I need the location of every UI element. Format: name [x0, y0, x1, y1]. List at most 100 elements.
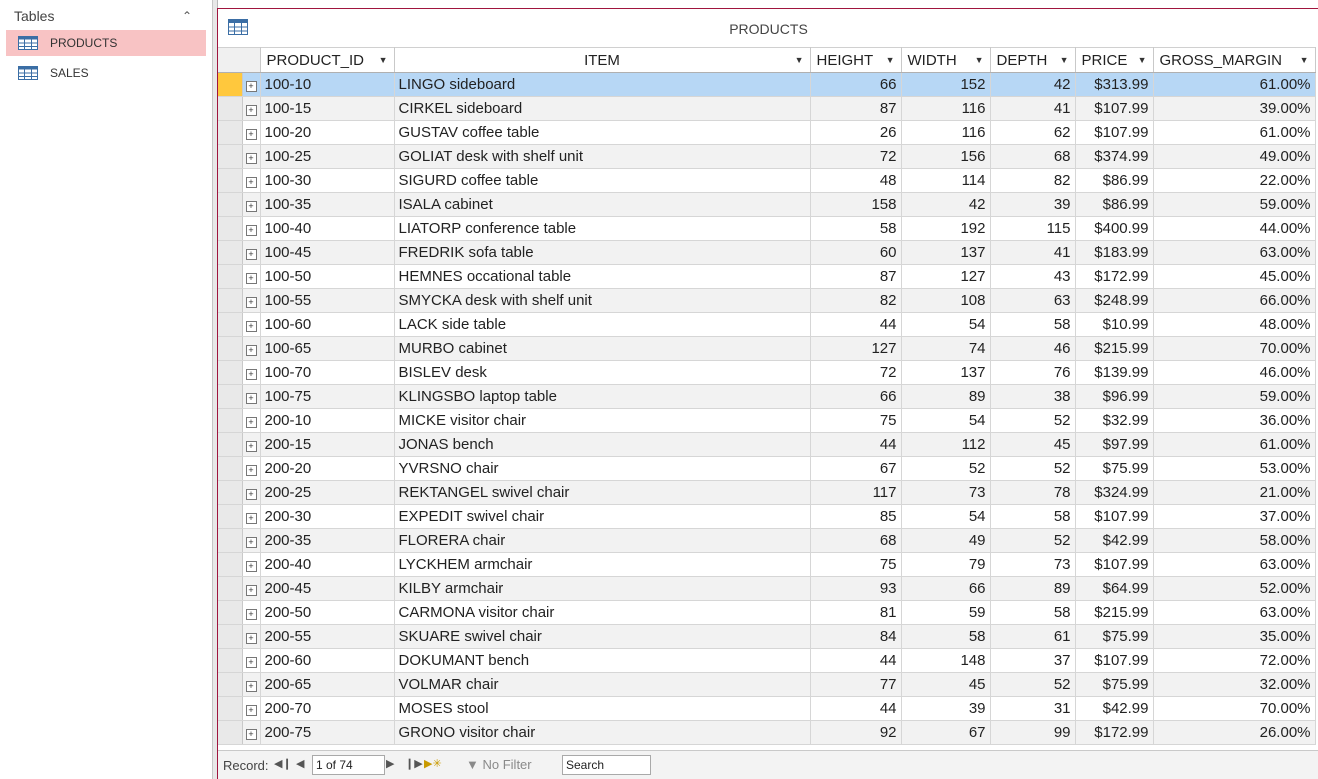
expand-cell[interactable]: +: [242, 456, 261, 481]
gross-margin-cell[interactable]: 39.00%: [1153, 96, 1316, 121]
item-cell[interactable]: KLINGSBO laptop table: [394, 384, 811, 409]
product-id-cell[interactable]: 100-10: [260, 72, 395, 97]
gross-margin-cell[interactable]: 48.00%: [1153, 312, 1316, 337]
expand-cell[interactable]: +: [242, 720, 261, 745]
expand-plus-icon[interactable]: +: [245, 129, 257, 140]
height-cell[interactable]: 68: [810, 528, 902, 553]
width-cell[interactable]: 74: [901, 336, 991, 361]
expand-cell[interactable]: +: [242, 288, 261, 313]
product-id-cell[interactable]: 200-30: [260, 504, 395, 529]
height-cell[interactable]: 158: [810, 192, 902, 217]
expand-plus-icon[interactable]: +: [245, 393, 257, 404]
gross-margin-cell[interactable]: 46.00%: [1153, 360, 1316, 385]
product-id-cell[interactable]: 100-75: [260, 384, 395, 409]
height-cell[interactable]: 82: [810, 288, 902, 313]
price-cell[interactable]: $42.99: [1075, 696, 1154, 721]
width-cell[interactable]: 54: [901, 504, 991, 529]
depth-cell[interactable]: 52: [990, 672, 1076, 697]
product-id-cell[interactable]: 200-70: [260, 696, 395, 721]
expand-plus-icon[interactable]: +: [245, 225, 257, 236]
expand-cell[interactable]: +: [242, 360, 261, 385]
expand-cell[interactable]: +: [242, 408, 261, 433]
height-cell[interactable]: 92: [810, 720, 902, 745]
height-cell[interactable]: 67: [810, 456, 902, 481]
height-cell[interactable]: 84: [810, 624, 902, 649]
depth-cell[interactable]: 76: [990, 360, 1076, 385]
dropdown-arrow-icon[interactable]: ▼: [1138, 55, 1147, 65]
item-cell[interactable]: REKTANGEL swivel chair: [394, 480, 811, 505]
depth-cell[interactable]: 78: [990, 480, 1076, 505]
record-selector[interactable]: [218, 216, 243, 241]
gross-margin-cell[interactable]: 59.00%: [1153, 192, 1316, 217]
select-all-corner[interactable]: [218, 47, 261, 73]
table-row[interactable]: +200-20 YVRSNO chair 67 52 52 $75.99 53.00%: [218, 456, 1316, 481]
table-row[interactable]: +100-55 SMYCKA desk with shelf unit 82 108 6…: [218, 288, 1316, 313]
record-selector[interactable]: [218, 384, 243, 409]
expand-plus-icon[interactable]: +: [245, 105, 257, 116]
dropdown-arrow-icon[interactable]: ▼: [379, 55, 388, 65]
price-cell[interactable]: $75.99: [1075, 456, 1154, 481]
record-selector[interactable]: [218, 576, 243, 601]
gross-margin-cell[interactable]: 44.00%: [1153, 216, 1316, 241]
item-cell[interactable]: KILBY armchair: [394, 576, 811, 601]
gross-margin-cell[interactable]: 22.00%: [1153, 168, 1316, 193]
product-id-cell[interactable]: 100-30: [260, 168, 395, 193]
product-id-cell[interactable]: 100-50: [260, 264, 395, 289]
table-row[interactable]: +100-30 SIGURD coffee table 48 114 82 $86.99 2…: [218, 168, 1316, 193]
width-cell[interactable]: 137: [901, 360, 991, 385]
price-cell[interactable]: $107.99: [1075, 120, 1154, 145]
width-cell[interactable]: 79: [901, 552, 991, 577]
column-header-item[interactable]: ITEM ▼: [394, 47, 811, 73]
depth-cell[interactable]: 52: [990, 456, 1076, 481]
width-cell[interactable]: 54: [901, 312, 991, 337]
height-cell[interactable]: 85: [810, 504, 902, 529]
dropdown-arrow-icon[interactable]: ▼: [795, 55, 804, 65]
width-cell[interactable]: 148: [901, 648, 991, 673]
product-id-cell[interactable]: 200-15: [260, 432, 395, 457]
gross-margin-cell[interactable]: 26.00%: [1153, 720, 1316, 745]
price-cell[interactable]: $400.99: [1075, 216, 1154, 241]
price-cell[interactable]: $86.99: [1075, 192, 1154, 217]
price-cell[interactable]: $75.99: [1075, 624, 1154, 649]
gross-margin-cell[interactable]: 59.00%: [1153, 384, 1316, 409]
width-cell[interactable]: 108: [901, 288, 991, 313]
product-id-cell[interactable]: 100-20: [260, 120, 395, 145]
nav-item-products[interactable]: PRODUCTS: [6, 30, 206, 56]
price-cell[interactable]: $107.99: [1075, 96, 1154, 121]
expand-cell[interactable]: +: [242, 696, 261, 721]
table-row[interactable]: +200-30 EXPEDIT swivel chair 85 54 58 $107.99…: [218, 504, 1316, 529]
table-row[interactable]: +100-25 GOLIAT desk with shelf unit 72 156 6…: [218, 144, 1316, 169]
width-cell[interactable]: 112: [901, 432, 991, 457]
width-cell[interactable]: 137: [901, 240, 991, 265]
depth-cell[interactable]: 46: [990, 336, 1076, 361]
width-cell[interactable]: 49: [901, 528, 991, 553]
price-cell[interactable]: $64.99: [1075, 576, 1154, 601]
height-cell[interactable]: 117: [810, 480, 902, 505]
width-cell[interactable]: 42: [901, 192, 991, 217]
height-cell[interactable]: 66: [810, 72, 902, 97]
width-cell[interactable]: 54: [901, 408, 991, 433]
item-cell[interactable]: VOLMAR chair: [394, 672, 811, 697]
product-id-cell[interactable]: 100-35: [260, 192, 395, 217]
item-cell[interactable]: LACK side table: [394, 312, 811, 337]
record-selector[interactable]: [218, 672, 243, 697]
product-id-cell[interactable]: 200-10: [260, 408, 395, 433]
gross-margin-cell[interactable]: 32.00%: [1153, 672, 1316, 697]
height-cell[interactable]: 87: [810, 96, 902, 121]
width-cell[interactable]: 67: [901, 720, 991, 745]
table-row[interactable]: +100-35 ISALA cabinet 158 42 39 $86.99 59.00%: [218, 192, 1316, 217]
item-cell[interactable]: CARMONA visitor chair: [394, 600, 811, 625]
depth-cell[interactable]: 41: [990, 240, 1076, 265]
search-input[interactable]: Search: [562, 755, 651, 775]
width-cell[interactable]: 156: [901, 144, 991, 169]
expand-plus-icon[interactable]: +: [245, 369, 257, 380]
table-row[interactable]: +200-25 REKTANGEL swivel chair 117 73 78 $324…: [218, 480, 1316, 505]
table-row[interactable]: +100-60 LACK side table 44 54 58 $10.99 48.00%: [218, 312, 1316, 337]
price-cell[interactable]: $75.99: [1075, 672, 1154, 697]
record-selector[interactable]: [218, 408, 243, 433]
price-cell[interactable]: $313.99: [1075, 72, 1154, 97]
price-cell[interactable]: $107.99: [1075, 504, 1154, 529]
record-selector[interactable]: [218, 120, 243, 145]
height-cell[interactable]: 127: [810, 336, 902, 361]
record-selector[interactable]: [218, 192, 243, 217]
